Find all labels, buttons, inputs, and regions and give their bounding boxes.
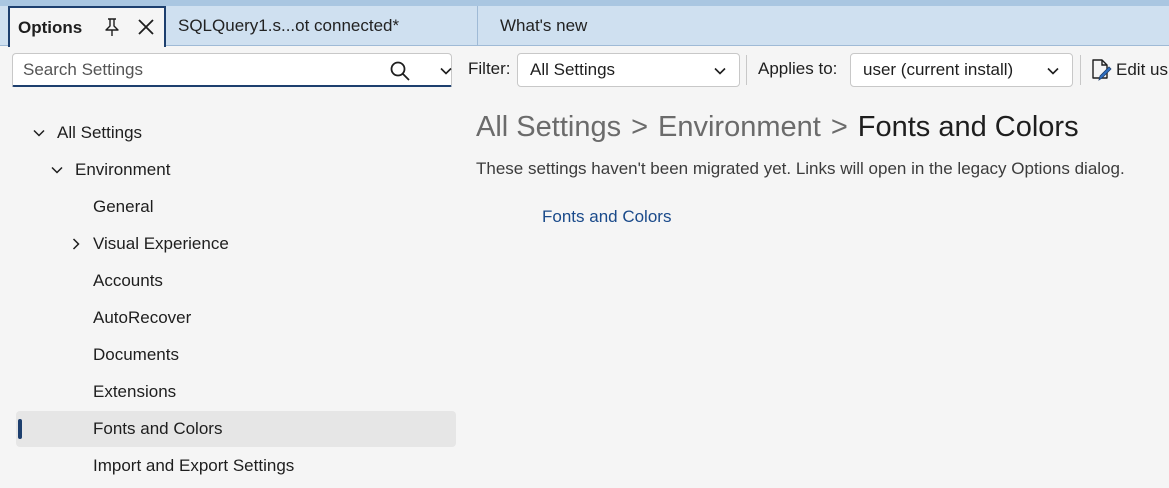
filter-dropdown[interactable]: All Settings [517, 53, 740, 87]
filter-label: Filter: [468, 59, 511, 78]
selection-indicator [18, 419, 22, 439]
tree-item-label: General [93, 197, 154, 216]
tree-item-extensions[interactable]: Extensions [16, 374, 456, 410]
tree-item-accounts[interactable]: Accounts [16, 263, 456, 299]
tree-item-environment[interactable]: Environment [16, 152, 456, 188]
tree-item-label: Environment [75, 160, 171, 179]
chevron-down-icon [714, 67, 726, 75]
tree-item-label: Fonts and Colors [93, 419, 223, 438]
edit-file-icon [1092, 59, 1112, 81]
tree-item-label: Accounts [93, 271, 163, 290]
tree-item-all-settings[interactable]: All Settings [16, 115, 456, 151]
search-box[interactable] [12, 53, 452, 87]
tree-item-visual-experience[interactable]: Visual Experience [16, 226, 456, 262]
pin-icon[interactable] [102, 16, 122, 38]
search-icon[interactable] [389, 60, 411, 82]
tab-label: SQLQuery1.s...ot connected* [178, 16, 400, 35]
tree-item-label: Documents [93, 345, 179, 364]
tab-label: What's new [500, 16, 588, 35]
breadcrumb-separator: > [631, 111, 649, 143]
chevron-down-icon[interactable] [50, 163, 64, 177]
tab-label: Options [18, 17, 83, 37]
filter-value: All Settings [530, 60, 616, 79]
edit-json-button[interactable]: Edit us [1090, 53, 1168, 87]
edit-label: Edit us [1116, 60, 1168, 79]
tab-options[interactable]: Options [8, 6, 166, 47]
tree-item-label: All Settings [57, 123, 143, 142]
tree-item-label: Visual Experience [93, 234, 229, 253]
chevron-right-icon[interactable] [69, 237, 83, 251]
chevron-down-icon[interactable] [439, 64, 453, 78]
page-title: Fonts and Colors [857, 111, 1079, 143]
breadcrumb-item[interactable]: Environment [658, 111, 821, 143]
tree-item-import-export-settings[interactable]: Import and Export Settings [16, 448, 456, 484]
chevron-down-icon[interactable] [32, 126, 46, 140]
tree-item-autorecover[interactable]: AutoRecover [16, 300, 456, 336]
breadcrumb-separator: > [830, 111, 848, 143]
applies-to-dropdown[interactable]: user (current install) [850, 53, 1073, 87]
migration-note: These settings haven't been migrated yet… [476, 159, 1125, 178]
tree-item-label: Extensions [93, 382, 177, 401]
options-toolbar: Filter: All Settings Applies to: user (c… [0, 47, 1169, 91]
tree-item-documents[interactable]: Documents [16, 337, 456, 373]
tab-whats-new[interactable]: What's new [500, 6, 587, 46]
search-input[interactable] [13, 59, 373, 80]
applies-to-value: user (current install) [863, 60, 1014, 79]
applies-to-label: Applies to: [758, 59, 838, 78]
tree-item-fonts-and-colors[interactable]: Fonts and Colors [16, 411, 456, 447]
toolbar-separator [1080, 55, 1081, 85]
tab-sqlquery[interactable]: SQLQuery1.s...ot connected* [168, 6, 478, 46]
toolbar-separator [746, 55, 747, 85]
chevron-down-icon [1047, 67, 1059, 75]
document-tab-bar: Options SQLQuery1.s...ot connected* What… [0, 6, 1169, 47]
breadcrumb: All Settings > Environment > Fonts and Color… [476, 111, 1079, 144]
tree-item-label: AutoRecover [93, 308, 192, 327]
breadcrumb-item[interactable]: All Settings [476, 111, 621, 143]
tree-item-general[interactable]: General [16, 189, 456, 225]
settings-tree: All Settings Environment General Visual … [0, 91, 460, 488]
tree-item-label: Import and Export Settings [93, 456, 295, 475]
legacy-fonts-colors-link[interactable]: Fonts and Colors [542, 207, 671, 227]
close-icon[interactable] [136, 17, 156, 37]
